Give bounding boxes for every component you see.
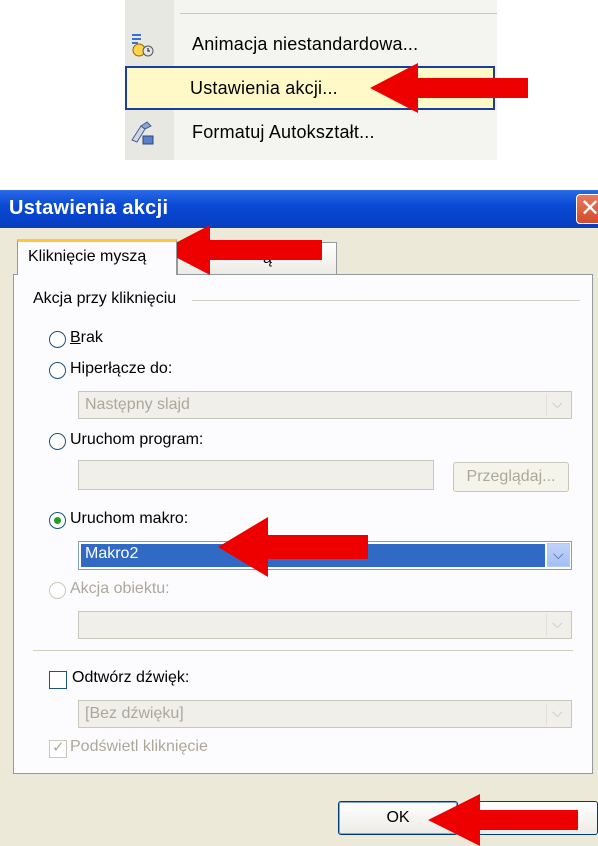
checkmark-icon: ✓ [52, 739, 65, 756]
object-action-select[interactable]: ⌵ [78, 611, 572, 639]
radio-run-program[interactable] [49, 433, 66, 450]
radio-hyperlink-label: Hiperłącze do: [70, 360, 173, 377]
chevron-down-icon: ⌵ [546, 703, 569, 725]
sound-select-value: [Bez dźwięku] [85, 705, 184, 722]
format-autoshape-icon [129, 120, 155, 146]
highlight-click-label: Podświetl kliknięcie [70, 738, 208, 755]
custom-animation-icon [129, 32, 155, 58]
radio-object-action[interactable] [49, 582, 66, 599]
radio-none[interactable] [49, 331, 66, 348]
menu-item-label: Animacja niestandardowa... [192, 34, 419, 54]
play-sound-label: Odtwórz dźwięk: [72, 669, 190, 686]
menu-item-format-autoshape[interactable]: Formatuj Autokształt... [125, 110, 497, 154]
radio-none-text: rak [80, 329, 103, 346]
dialog-title: Ustawienia akcji [9, 197, 169, 219]
chevron-down-icon: ⌵ [546, 394, 569, 416]
radio-run-program-label: Uruchom program: [70, 431, 204, 448]
close-icon: ✕ [580, 195, 598, 222]
group-divider [192, 300, 580, 301]
radio-run-macro[interactable] [49, 512, 66, 529]
annotation-arrow-macro [218, 517, 368, 577]
group-label: Akcja przy kliknięciu [33, 290, 177, 307]
dialog-title-bar[interactable]: Ustawienia akcji ✕ [0, 190, 598, 228]
annotation-arrow-ok [428, 794, 578, 846]
radio-hyperlink[interactable] [49, 362, 66, 379]
hyperlink-select[interactable]: Następny slajd ⌵ [78, 391, 572, 419]
chevron-down-icon: ⌵ [546, 614, 569, 636]
program-path-input[interactable] [78, 460, 434, 490]
radio-run-macro-label: Uruchom makro: [70, 510, 189, 527]
chevron-down-icon[interactable]: ⌵ [547, 543, 570, 567]
tab-label: Kliknięcie myszą [28, 248, 147, 265]
macro-select-value: Makro2 [85, 545, 139, 562]
radio-object-action-label: Akcja obiektu: [70, 580, 170, 597]
accel-b: B [70, 329, 81, 346]
tab-mouse-click[interactable]: Kliknięcie myszą [17, 239, 177, 275]
annotation-arrow-menu [370, 63, 528, 113]
annotation-arrow-tab [162, 225, 322, 275]
highlight-click-checkbox[interactable]: ✓ [49, 739, 67, 758]
menu-item-label: Formatuj Autokształt... [192, 122, 375, 142]
close-button[interactable]: ✕ [576, 194, 598, 224]
menu-item-label: Ustawienia akcji... [190, 78, 338, 98]
play-sound-checkbox[interactable] [49, 671, 67, 689]
radio-none-label: Brak [70, 329, 103, 347]
menu-item-custom-animation[interactable]: Animacja niestandardowa... [125, 22, 497, 66]
sound-select[interactable]: [Bez dźwięku] ⌵ [78, 700, 572, 728]
menu-separator [180, 13, 497, 14]
hyperlink-select-value: Następny slajd [85, 396, 190, 413]
section-separator [33, 650, 573, 651]
browse-button[interactable]: Przeglądaj... [453, 462, 569, 492]
